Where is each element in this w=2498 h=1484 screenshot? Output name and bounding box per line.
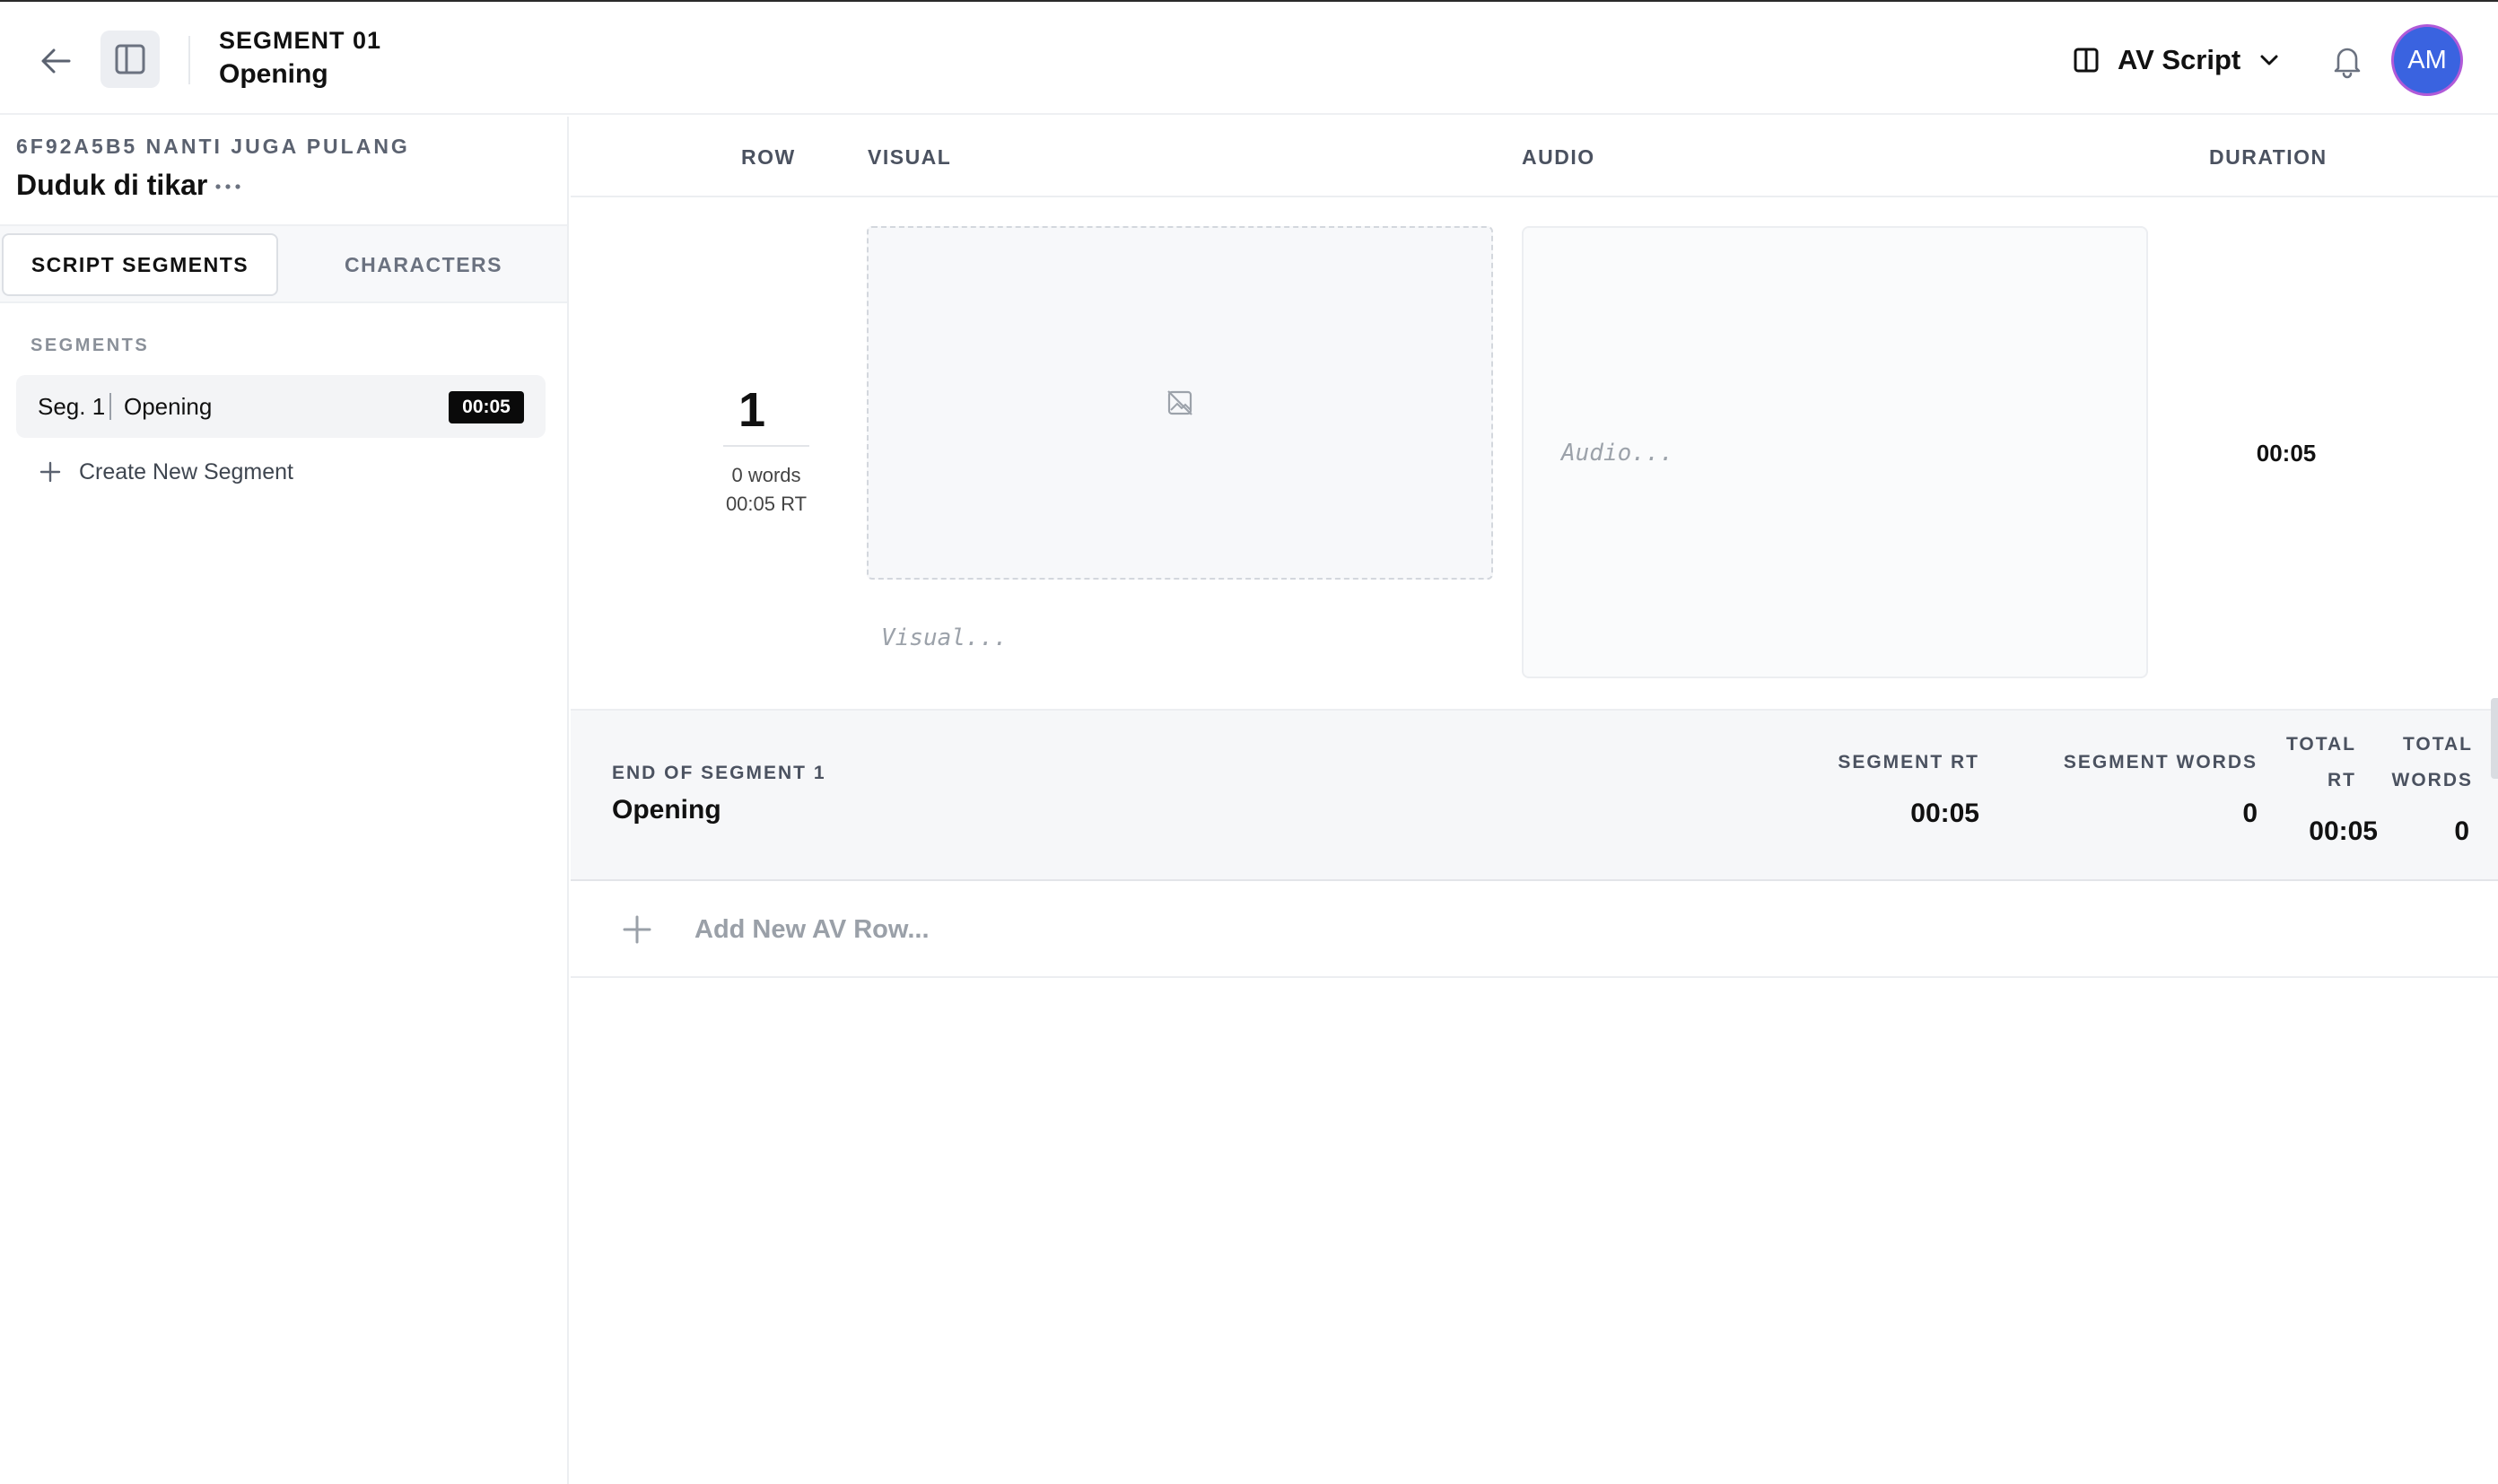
segment-duration-badge: 00:05	[449, 391, 524, 423]
segment-item-label: Seg. 1	[38, 393, 106, 420]
segment-rt-value: 00:05	[1910, 799, 1979, 828]
total-rt-value: 00:05	[2309, 816, 2378, 846]
row-runtime: 00:05 RT	[725, 493, 808, 515]
end-of-segment-label: END OF SEGMENT 1	[612, 763, 826, 783]
add-av-row-button[interactable]: Add New AV Row...	[571, 883, 2498, 978]
panel-edge-handle[interactable]	[2491, 698, 2498, 779]
image-off-icon	[1167, 390, 1192, 415]
segment-number: SEGMENT 01	[219, 27, 382, 54]
arrow-left-icon	[41, 48, 71, 74]
row-duration[interactable]: 00:05	[2232, 440, 2340, 467]
total-rt-label: TOTAL RT	[2249, 727, 2356, 799]
audio-text-input[interactable]: Audio...	[1522, 226, 2148, 678]
main-content: ROW VISUAL AUDIO DURATION 1 0 words 00:0…	[571, 117, 2498, 1484]
create-segment-label: Create New Segment	[79, 458, 294, 484]
total-words-value: 0	[2454, 816, 2469, 846]
sidebar: 6F92A5B5 NANTI JUGA PULANG Duduk di tika…	[0, 117, 569, 1484]
total-rt-label-line2: RT	[2328, 770, 2356, 790]
view-mode-dropdown[interactable]: AV Script	[2073, 38, 2280, 83]
top-bar: SEGMENT 01 Opening AV Script AM	[0, 0, 2498, 115]
row-number-rule	[723, 445, 809, 447]
header-divider	[188, 36, 190, 84]
segment-name: Opening	[219, 59, 328, 89]
segment-rt-label: SEGMENT RT	[1838, 752, 1979, 773]
total-words-label-line1: TOTAL	[2402, 734, 2473, 755]
project-id: 6F92A5B5 NANTI JUGA PULANG	[16, 135, 410, 158]
column-header-duration: DURATION	[2209, 145, 2328, 169]
segment-words-value: 0	[2242, 799, 2258, 828]
table-header: ROW VISUAL AUDIO DURATION	[571, 117, 2498, 197]
sidebar-panel-icon	[115, 44, 145, 74]
bell-icon	[2334, 48, 2361, 79]
audio-placeholder: Audio...	[1561, 440, 1674, 467]
app-window: SEGMENT 01 Opening AV Script AM 6F92A5B5…	[0, 0, 2498, 1484]
end-of-segment-title: Opening	[612, 795, 721, 825]
total-rt-label-line1: TOTAL	[2285, 734, 2356, 755]
project-title: Duduk di tikar	[16, 169, 208, 201]
column-header-audio: AUDIO	[1522, 145, 1595, 169]
column-header-visual: VISUAL	[868, 145, 952, 169]
row-stats: 0 words 00:05 RT	[705, 461, 827, 519]
total-words-label-line2: WORDS	[2391, 770, 2473, 790]
total-words-label: TOTAL WORDS	[2365, 727, 2473, 799]
plus-icon	[39, 461, 61, 483]
segment-item-title: Opening	[124, 393, 213, 420]
tab-script-segments[interactable]: SCRIPT SEGMENTS	[2, 233, 278, 296]
columns-icon	[2074, 48, 2099, 73]
sidebar-tabs: SCRIPT SEGMENTS CHARACTERS	[0, 224, 567, 303]
back-button[interactable]	[34, 41, 77, 81]
project-more-button[interactable]	[212, 176, 244, 197]
visual-image-dropzone[interactable]	[867, 226, 1493, 580]
chevron-down-icon	[2260, 55, 2278, 65]
row-number: 1	[738, 383, 766, 437]
sidebar-toggle-button[interactable]	[100, 31, 160, 88]
more-horizontal-icon	[215, 184, 240, 189]
segment-item-divider	[109, 393, 111, 420]
add-av-row-label: Add New AV Row...	[694, 915, 930, 944]
plus-icon	[623, 915, 651, 944]
visual-text-input[interactable]: Visual...	[881, 624, 1482, 664]
tab-characters[interactable]: CHARACTERS	[282, 233, 565, 296]
column-header-row: ROW	[741, 145, 796, 169]
segment-list-item[interactable]: Seg. 1 Opening 00:05	[16, 375, 546, 438]
create-segment-button[interactable]: Create New Segment	[39, 454, 293, 490]
notifications-button[interactable]	[2326, 39, 2369, 83]
user-avatar[interactable]: AM	[2394, 27, 2460, 93]
view-mode-label: AV Script	[2118, 44, 2241, 75]
row-word-count: 0 words	[731, 464, 801, 486]
segment-words-label: SEGMENT WORDS	[2063, 752, 2258, 773]
segment-summary: END OF SEGMENT 1 Opening SEGMENT RT 00:0…	[571, 709, 2498, 881]
segments-heading: SEGMENTS	[31, 336, 150, 355]
